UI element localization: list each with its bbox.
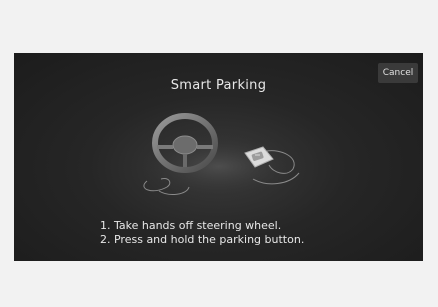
cancel-button[interactable]: Cancel xyxy=(378,63,418,83)
instruction-step-2: 2. Press and hold the parking button. xyxy=(100,233,305,246)
smart-parking-screen: Smart Parking Cancel 1. Take hands off s… xyxy=(14,53,423,261)
dialog-title: Smart Parking xyxy=(170,78,267,93)
parking-illustration xyxy=(129,113,309,197)
instruction-step-1: 1. Take hands off steering wheel. xyxy=(100,219,282,232)
page: Smart Parking Cancel 1. Take hands off s… xyxy=(0,0,438,307)
instructions: 1. Take hands off steering wheel. 2. Pre… xyxy=(100,219,304,247)
